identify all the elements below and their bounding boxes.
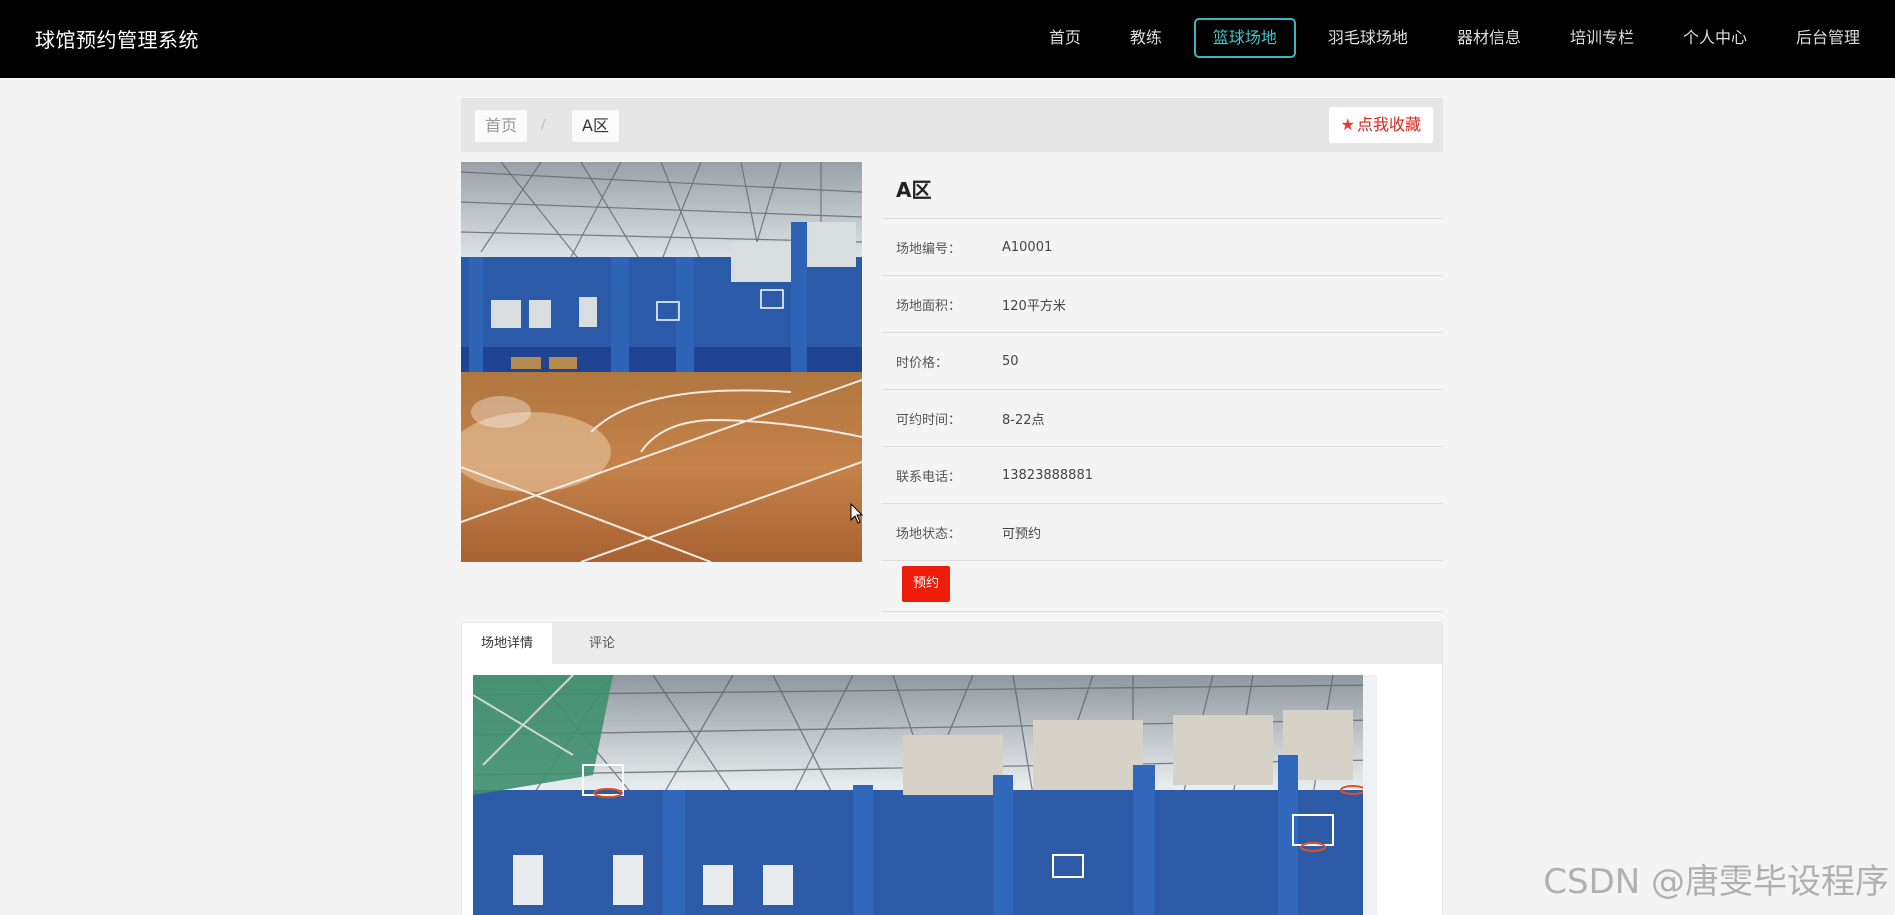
venue-title: A区 <box>882 162 1443 219</box>
nav-item-basketball-court[interactable]: 篮球场地 <box>1193 18 1296 58</box>
breadcrumb-current: A区 <box>572 110 619 142</box>
field-value: A10001 <box>1002 239 1053 255</box>
field-label: 联系电话： <box>896 469 962 485</box>
field-value: 50 <box>1002 353 1019 369</box>
tab-comments[interactable]: 评论 <box>570 623 634 664</box>
field-value: 120平方米 <box>1002 298 1066 314</box>
field-label: 场地编号： <box>896 241 962 257</box>
mouse-cursor-icon <box>850 503 864 524</box>
watermark: CSDN @唐雯毕设程序 <box>1543 862 1889 902</box>
tab-bar: 场地详情 评论 <box>462 623 1442 664</box>
venue-detail-photo-illustration <box>473 675 1377 915</box>
field-value: 8-22点 <box>1002 412 1045 428</box>
nav-item-personal-center[interactable]: 个人中心 <box>1666 18 1764 58</box>
brand-title[interactable]: 球馆预约管理系统 <box>35 24 199 53</box>
nav-item-training[interactable]: 培训专栏 <box>1553 18 1651 58</box>
venue-detail: A区 场地编号： A10001 场地面积： 120平方米 时价格： 50 可约时… <box>882 162 1443 612</box>
favorite-button[interactable]: ★ 点我收藏 <box>1328 107 1433 143</box>
field-value: 可预约 <box>1002 526 1042 542</box>
star-icon: ★ <box>1340 115 1355 134</box>
field-row-time: 可约时间： 8-22点 <box>882 390 1443 447</box>
main-nav: 首页 教练 篮球场地 羽毛球场地 器材信息 培训专栏 个人中心 后台管理 <box>1017 18 1895 58</box>
field-row-price: 时价格： 50 <box>882 333 1443 390</box>
nav-item-equipment[interactable]: 器材信息 <box>1440 18 1538 58</box>
breadcrumb: 首页 / A区 ★ 点我收藏 <box>461 98 1443 152</box>
field-row-status: 场地状态： 可预约 <box>882 504 1443 561</box>
field-value: 13823888881 <box>1002 467 1093 483</box>
field-row-phone: 联系电话： 13823888881 <box>882 447 1443 504</box>
court-photo <box>461 162 862 562</box>
action-row: 预约 <box>882 561 1443 612</box>
top-navbar: 球馆预约管理系统 首页 教练 篮球场地 羽毛球场地 器材信息 培训专栏 个人中心… <box>0 0 1895 78</box>
nav-item-badminton-court[interactable]: 羽毛球场地 <box>1311 18 1425 58</box>
field-label: 场地面积： <box>896 298 962 314</box>
field-label: 场地状态： <box>896 526 962 542</box>
tab-venue-details[interactable]: 场地详情 <box>462 623 553 664</box>
field-label: 可约时间： <box>896 412 962 428</box>
breadcrumb-home[interactable]: 首页 <box>475 110 528 142</box>
field-label: 时价格： <box>896 355 949 371</box>
field-row-id: 场地编号： A10001 <box>882 219 1443 276</box>
nav-item-admin[interactable]: 后台管理 <box>1779 18 1877 58</box>
book-button[interactable]: 预约 <box>902 566 950 602</box>
court-photo-illustration <box>461 162 862 562</box>
tabs-panel: 场地详情 评论 <box>461 622 1443 915</box>
field-row-area: 场地面积： 120平方米 <box>882 276 1443 333</box>
nav-item-coach[interactable]: 教练 <box>1113 18 1179 58</box>
nav-item-home[interactable]: 首页 <box>1032 18 1098 58</box>
breadcrumb-separator: / <box>541 118 546 133</box>
favorite-label: 点我收藏 <box>1356 115 1421 134</box>
venue-detail-photo <box>473 675 1377 915</box>
